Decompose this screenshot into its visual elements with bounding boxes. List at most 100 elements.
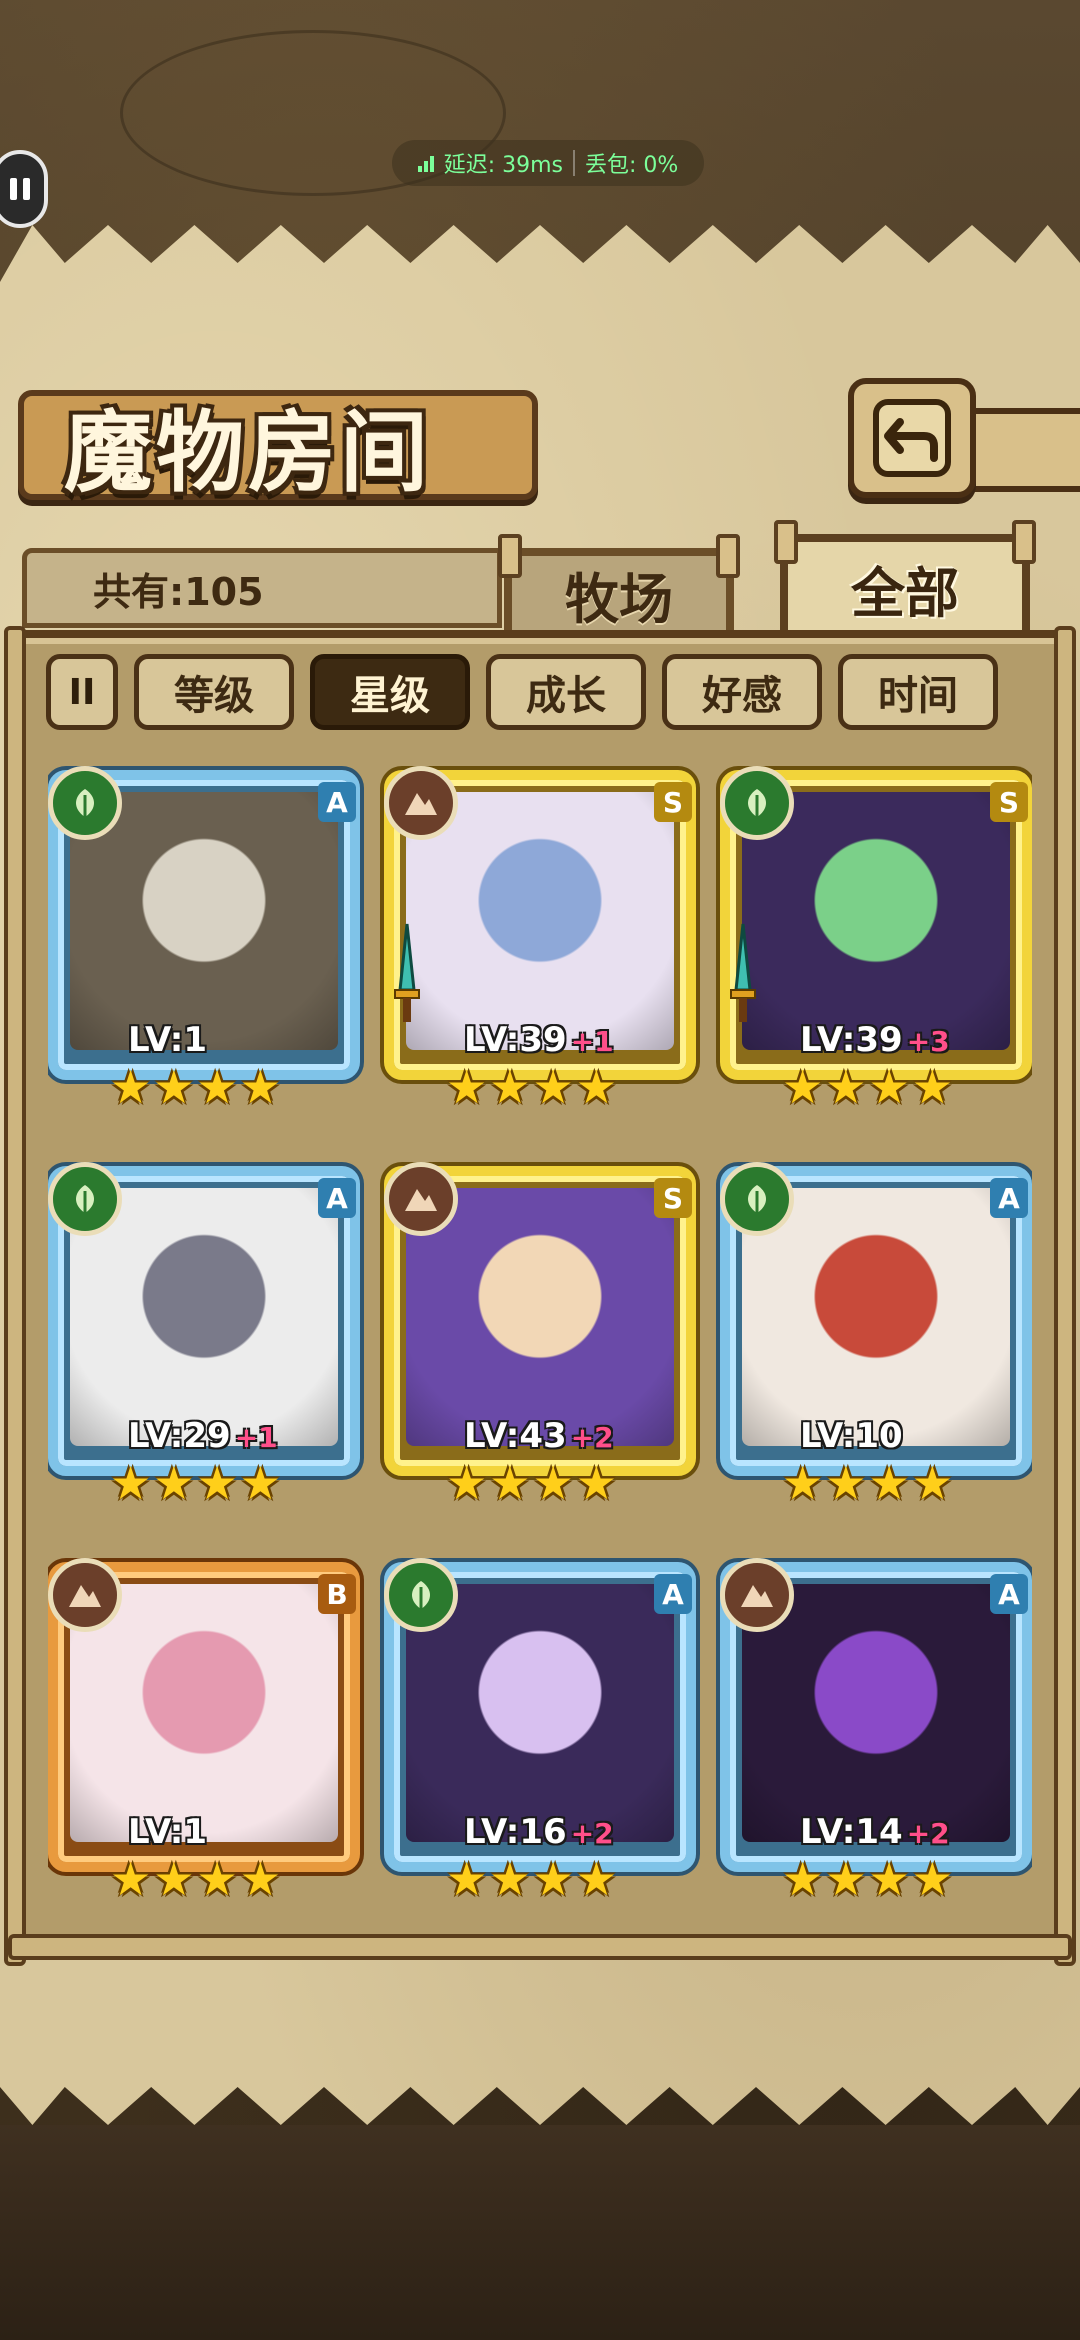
- rank-letter: A: [998, 1181, 1020, 1215]
- level-bonus: +2: [906, 1817, 950, 1850]
- star-icon: ★: [110, 1456, 152, 1510]
- sort-order-icon: II: [68, 671, 96, 713]
- sort-time-button[interactable]: 时间: [838, 654, 998, 730]
- level-text: LV:39: [800, 1020, 903, 1060]
- rank-letter: B: [326, 1577, 348, 1611]
- rank-letter: A: [998, 1577, 1020, 1611]
- monster-card[interactable]: A LV:10 ★ ★ ★ ★: [720, 1116, 1032, 1506]
- sort-level-button[interactable]: 等级: [134, 654, 294, 730]
- pause-button[interactable]: [0, 150, 48, 228]
- monster-card[interactable]: A LV:29 +1 ★ ★ ★ ★: [48, 1116, 368, 1506]
- sort-order-toggle[interactable]: II: [46, 654, 118, 730]
- monster-card[interactable]: A LV:14 +2 ★ ★ ★ ★: [720, 1512, 1032, 1902]
- sort-label: 等级: [174, 672, 254, 719]
- sort-growth-button[interactable]: 成长: [486, 654, 646, 730]
- sword-icon: [728, 920, 758, 1030]
- sort-affection-button[interactable]: 好感: [662, 654, 822, 730]
- level-display: LV:10: [800, 1416, 907, 1456]
- level-text: LV:1: [128, 1812, 208, 1852]
- level-text: LV:1: [128, 1020, 208, 1060]
- rank-badge: S: [990, 782, 1028, 822]
- level-display: LV:43 +2: [464, 1416, 614, 1456]
- rank-badge: S: [654, 782, 692, 822]
- element-badge: [384, 766, 458, 840]
- sort-label: 成长: [526, 672, 606, 719]
- element-badge: [48, 766, 122, 840]
- leaf-icon: [748, 789, 766, 817]
- level-text: LV:10: [800, 1416, 903, 1456]
- bottom-map-band: [0, 2125, 1080, 2340]
- monster-card[interactable]: A LV:1 ★ ★ ★ ★: [48, 740, 368, 1110]
- monster-card[interactable]: S LV:43 +2 ★ ★ ★ ★: [384, 1116, 704, 1506]
- level-display: LV:16 +2: [464, 1812, 614, 1852]
- star-icon: ★: [446, 1852, 488, 1906]
- title-plate: 魔物房间: [18, 390, 538, 504]
- star-icon: ★: [868, 1852, 910, 1906]
- level-bonus: +1: [234, 1421, 278, 1454]
- rank-badge: B: [318, 1574, 356, 1614]
- star-icon: ★: [196, 1060, 238, 1114]
- star-icon: ★: [825, 1852, 867, 1906]
- rank-letter: A: [662, 1577, 684, 1611]
- star-rating: ★ ★ ★ ★: [446, 1856, 617, 1902]
- back-button-rail: [966, 408, 1080, 492]
- star-icon: ★: [911, 1852, 953, 1906]
- monster-card[interactable]: A LV:16 +2 ★ ★ ★ ★: [384, 1512, 704, 1902]
- tab-ranch[interactable]: 牧场: [498, 534, 740, 632]
- star-icon: ★: [239, 1456, 281, 1510]
- rank-letter: S: [662, 785, 684, 819]
- star-icon: ★: [782, 1456, 824, 1510]
- monster-card[interactable]: S LV:39 +3 ★ ★ ★ ★: [720, 740, 1032, 1110]
- level-text: LV:16: [464, 1812, 567, 1852]
- level-display: LV:14 +2: [800, 1812, 950, 1852]
- sort-label: 好感: [702, 672, 782, 719]
- monster-portrait: [406, 1584, 674, 1842]
- level-text: LV:43: [464, 1416, 567, 1456]
- star-rating: ★ ★ ★ ★: [110, 1856, 281, 1902]
- rank-badge: A: [318, 1178, 356, 1218]
- star-icon: ★: [489, 1060, 531, 1114]
- monster-portrait: [70, 1188, 338, 1446]
- star-icon: ★: [110, 1852, 152, 1906]
- monster-count: 共有:105: [93, 569, 264, 614]
- star-icon: ★: [868, 1060, 910, 1114]
- tab-ranch-label: 牧场: [565, 566, 673, 631]
- element-badge: [48, 1558, 122, 1632]
- monster-card[interactable]: S LV:39 +1 ★ ★ ★ ★: [384, 740, 704, 1110]
- level-bonus: +2: [570, 1817, 614, 1850]
- rank-badge: A: [654, 1574, 692, 1614]
- return-arrow-icon: [873, 399, 951, 477]
- star-icon: ★: [196, 1456, 238, 1510]
- element-badge: [720, 766, 794, 840]
- star-icon: ★: [575, 1060, 617, 1114]
- star-icon: ★: [239, 1852, 281, 1906]
- star-icon: ★: [825, 1060, 867, 1114]
- star-icon: ★: [911, 1456, 953, 1510]
- rank-letter: S: [998, 785, 1020, 819]
- star-rating: ★ ★ ★ ★: [782, 1460, 953, 1506]
- star-icon: ★: [489, 1852, 531, 1906]
- divider: [572, 150, 575, 176]
- star-icon: ★: [532, 1852, 574, 1906]
- rank-badge: A: [990, 1574, 1028, 1614]
- back-button[interactable]: [848, 378, 976, 498]
- tab-all[interactable]: 全部: [774, 520, 1036, 634]
- sort-star-button[interactable]: 星级: [310, 654, 470, 730]
- signal-icon: [417, 154, 434, 172]
- leaf-icon: [76, 789, 94, 817]
- star-icon: ★: [575, 1852, 617, 1906]
- rank-letter: A: [326, 785, 348, 819]
- level-display: LV:1: [128, 1812, 211, 1852]
- leaf-icon: [76, 1185, 94, 1213]
- level-bonus: +1: [570, 1025, 614, 1058]
- star-icon: ★: [110, 1060, 152, 1114]
- star-icon: ★: [532, 1060, 574, 1114]
- monster-portrait: [742, 1584, 1010, 1842]
- level-bonus: +2: [570, 1421, 614, 1454]
- monster-portrait: [70, 792, 338, 1050]
- star-icon: ★: [825, 1456, 867, 1510]
- sword-icon: [392, 920, 422, 1030]
- element-badge: [48, 1162, 122, 1236]
- monster-card[interactable]: B LV:1 ★ ★ ★ ★: [48, 1512, 368, 1902]
- star-icon: ★: [446, 1060, 488, 1114]
